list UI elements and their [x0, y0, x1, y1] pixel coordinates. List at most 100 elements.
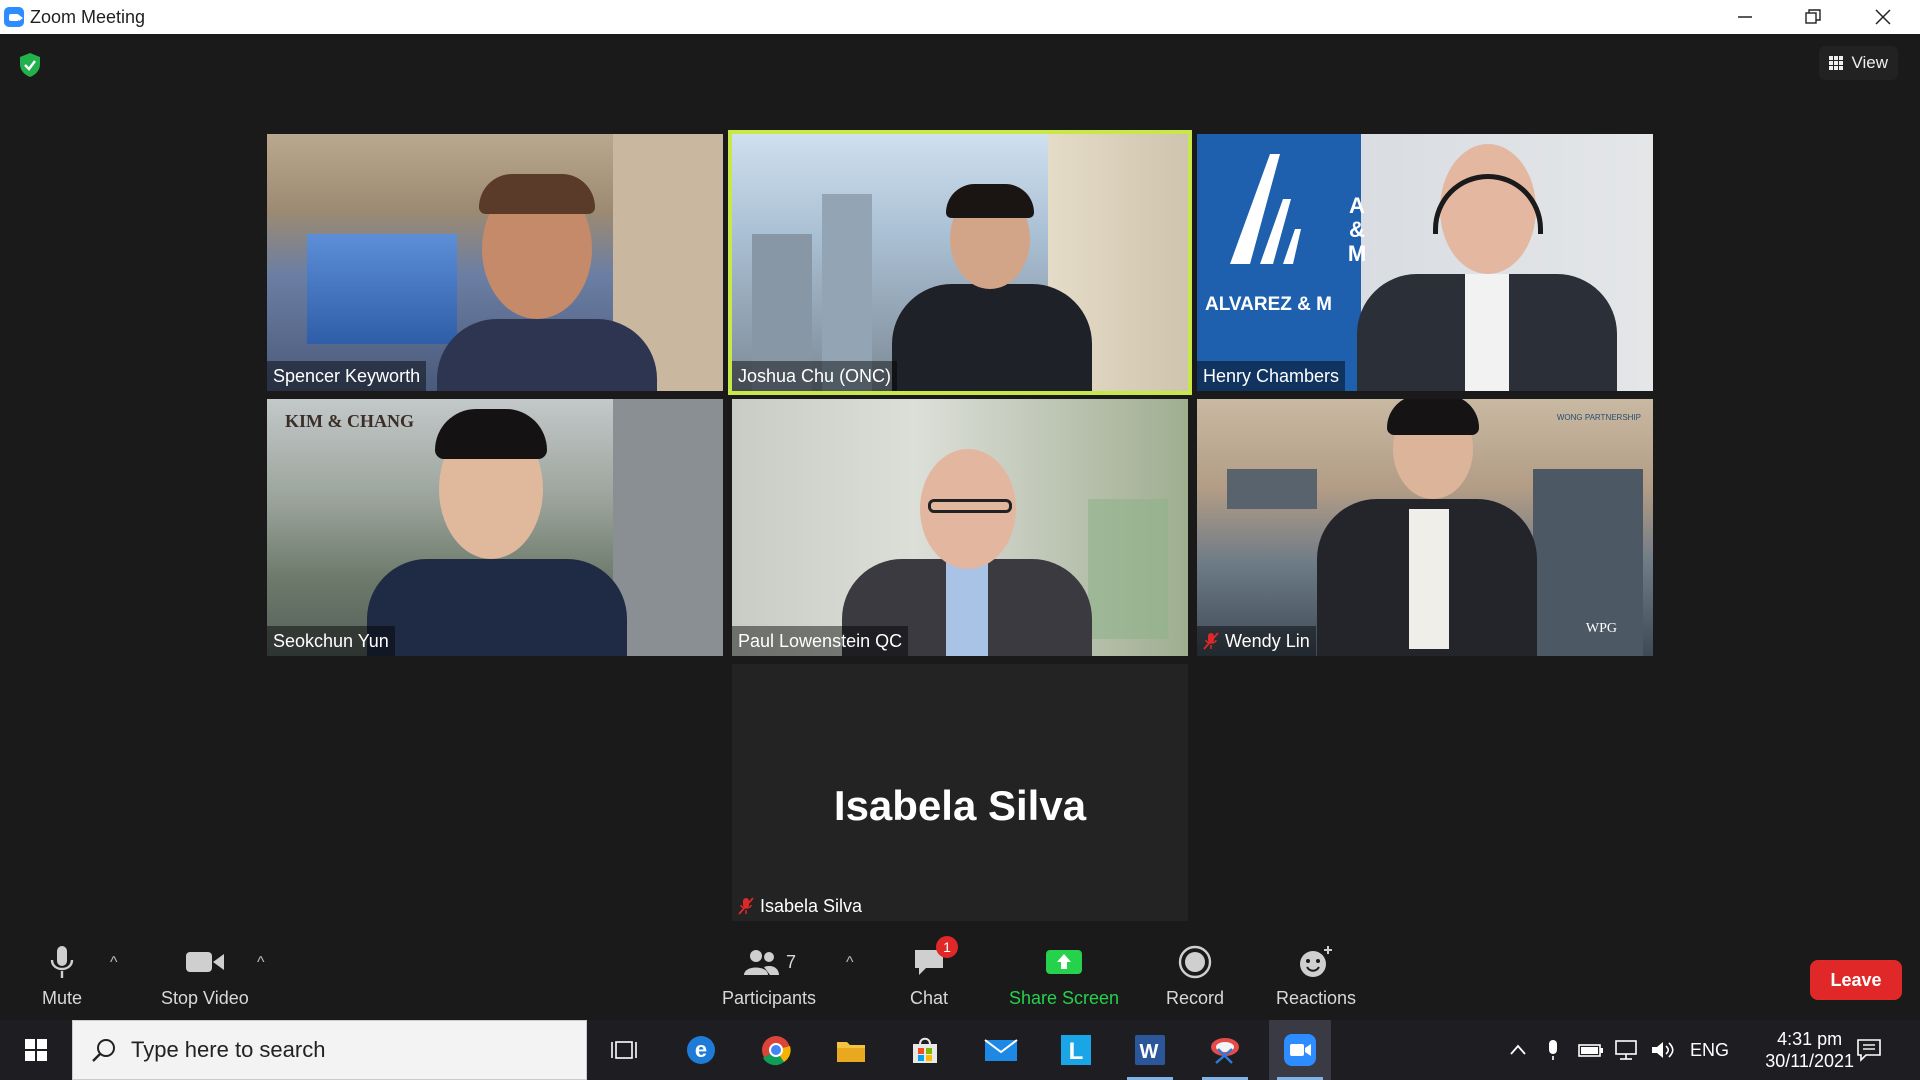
record-icon [1178, 942, 1212, 982]
restore-icon [1805, 9, 1821, 24]
video-options-caret[interactable]: ^ [257, 954, 265, 972]
mail-icon [984, 1039, 1018, 1061]
network-icon [1615, 1040, 1637, 1060]
participant-body [367, 559, 627, 656]
muted-mic-icon [738, 897, 754, 915]
taskbar-clock[interactable]: 4:31 pm 30/11/2021 [1765, 1028, 1854, 1072]
start-button[interactable] [0, 1020, 72, 1080]
tray-microphone[interactable] [1545, 1020, 1561, 1080]
glasses [928, 499, 1012, 513]
muted-mic-icon [1203, 632, 1219, 650]
logo-text: ALVAREZ & M [1205, 294, 1333, 315]
zoom-app-icon [4, 7, 24, 27]
window-view [307, 234, 457, 344]
participant-name-label: Paul Lowenstein QC [732, 626, 909, 656]
taskbar-edge[interactable]: e [670, 1020, 732, 1080]
search-icon [92, 1039, 115, 1062]
window-title: Zoom Meeting [30, 6, 146, 27]
participant-name-label: Henry Chambers [1197, 361, 1346, 391]
video-tile-henry-chambers[interactable]: A & M ALVAREZ & M Henry Chambers [1197, 134, 1653, 391]
participant-name-label: Spencer Keyworth [267, 361, 427, 391]
video-camera-icon [185, 942, 225, 982]
close-icon [1875, 9, 1891, 25]
window-frame [613, 399, 723, 656]
windows-logo-icon [25, 1039, 47, 1061]
video-tile-seokchun-yun[interactable]: KIM & CHANG Seokchun Yun [267, 399, 723, 656]
shirt [946, 559, 988, 656]
tray-volume[interactable] [1650, 1020, 1676, 1080]
video-tile-wendy-lin[interactable]: WONG PARTNERSHIP WPG Wendy Lin [1197, 399, 1653, 656]
logo-small: WPG [1585, 621, 1617, 636]
audio-options-caret[interactable]: ^ [110, 954, 118, 972]
chevron-up-icon [1510, 1044, 1526, 1055]
participant-hair [946, 184, 1034, 218]
taskbar-store[interactable] [894, 1020, 956, 1080]
taskbar-zoom[interactable] [1269, 1020, 1331, 1080]
chat-unread-badge: 1 [936, 936, 959, 958]
participants-options-caret[interactable]: ^ [846, 954, 854, 972]
reactions-button[interactable]: Reactions [1276, 942, 1356, 1009]
reactions-smiley-icon [1298, 942, 1334, 982]
video-tile-joshua-chu[interactable]: Joshua Chu (ONC) [728, 130, 1192, 395]
stop-video-button[interactable]: Stop Video [161, 942, 249, 1009]
participant-name-label: Joshua Chu (ONC) [732, 361, 898, 391]
file-explorer-icon [837, 1042, 865, 1062]
taskbar-snipping-tool[interactable] [1194, 1020, 1256, 1080]
participant-body [892, 284, 1092, 391]
taskbar-mail[interactable] [970, 1020, 1032, 1080]
tray-network[interactable] [1615, 1020, 1641, 1080]
svg-text:L: L [1069, 1038, 1084, 1065]
word-icon: W [1135, 1035, 1165, 1065]
video-tile-paul-lowenstein[interactable]: Paul Lowenstein QC [732, 399, 1188, 656]
participant-hair [1387, 399, 1479, 435]
video-tile-isabela-silva[interactable]: Isabela Silva Isabela Silva [732, 664, 1188, 921]
video-tile-spencer-keyworth[interactable]: Spencer Keyworth [267, 134, 723, 391]
taskbar-file-explorer[interactable] [820, 1020, 882, 1080]
participant-display-name: Isabela Silva [833, 782, 1087, 829]
leave-button[interactable]: Leave [1810, 960, 1902, 1000]
shirt [1409, 509, 1449, 649]
security-shield-icon[interactable] [18, 52, 42, 78]
participant-hair [479, 174, 595, 214]
tray-battery[interactable] [1578, 1020, 1604, 1080]
taskbar-word[interactable]: W [1119, 1020, 1181, 1080]
alvarez-marsal-logo [1230, 154, 1301, 264]
battery-icon [1578, 1044, 1603, 1057]
svg-text:W: W [1140, 1041, 1159, 1063]
close-button[interactable] [1848, 0, 1918, 34]
microphone-icon [49, 942, 75, 982]
show-hidden-icons-button[interactable] [1508, 1020, 1528, 1080]
l-app-icon: L [1061, 1035, 1091, 1065]
logo-mark: A & M [1347, 193, 1367, 266]
participant-hair [435, 409, 547, 459]
participant-name-label: Wendy Lin [1197, 626, 1316, 656]
blurred-background [1088, 499, 1168, 639]
task-view-button[interactable] [593, 1020, 655, 1080]
share-screen-button[interactable]: Share Screen [1009, 942, 1119, 1009]
record-button[interactable]: Record [1166, 942, 1224, 1009]
minimize-button[interactable] [1710, 0, 1780, 34]
share-screen-icon [1045, 942, 1083, 982]
taskbar-lync[interactable]: L [1045, 1020, 1107, 1080]
taskbar-search-box[interactable]: Type here to search [72, 1020, 587, 1080]
participants-count: 7 [786, 951, 797, 972]
action-center-button[interactable] [1856, 1020, 1882, 1080]
participant-name-label: Isabela Silva [732, 891, 868, 921]
shirt [1465, 274, 1509, 391]
microsoft-store-icon [913, 1037, 937, 1063]
participants-button[interactable]: 7 Participants [722, 942, 816, 1009]
chrome-browser-icon [762, 1036, 791, 1066]
meeting-canvas: View Spencer Keyworth Joshua Chu (ONC) A… [0, 34, 1920, 1020]
mute-button[interactable]: Mute [42, 942, 82, 1009]
taskbar-chrome[interactable] [745, 1020, 807, 1080]
grid-view-icon [1829, 56, 1844, 70]
notifications-icon [1857, 1039, 1881, 1062]
input-language[interactable]: ENG [1690, 1020, 1729, 1080]
title-bar: Zoom Meeting [0, 0, 1920, 34]
logo-text: WONG PARTNERSHIP [1556, 413, 1641, 422]
restore-button[interactable] [1778, 0, 1848, 34]
chat-button[interactable]: 1 Chat [910, 936, 959, 1009]
view-button[interactable]: View [1819, 46, 1898, 80]
city-skyline [1227, 469, 1317, 509]
svg-text:e: e [695, 1037, 707, 1062]
